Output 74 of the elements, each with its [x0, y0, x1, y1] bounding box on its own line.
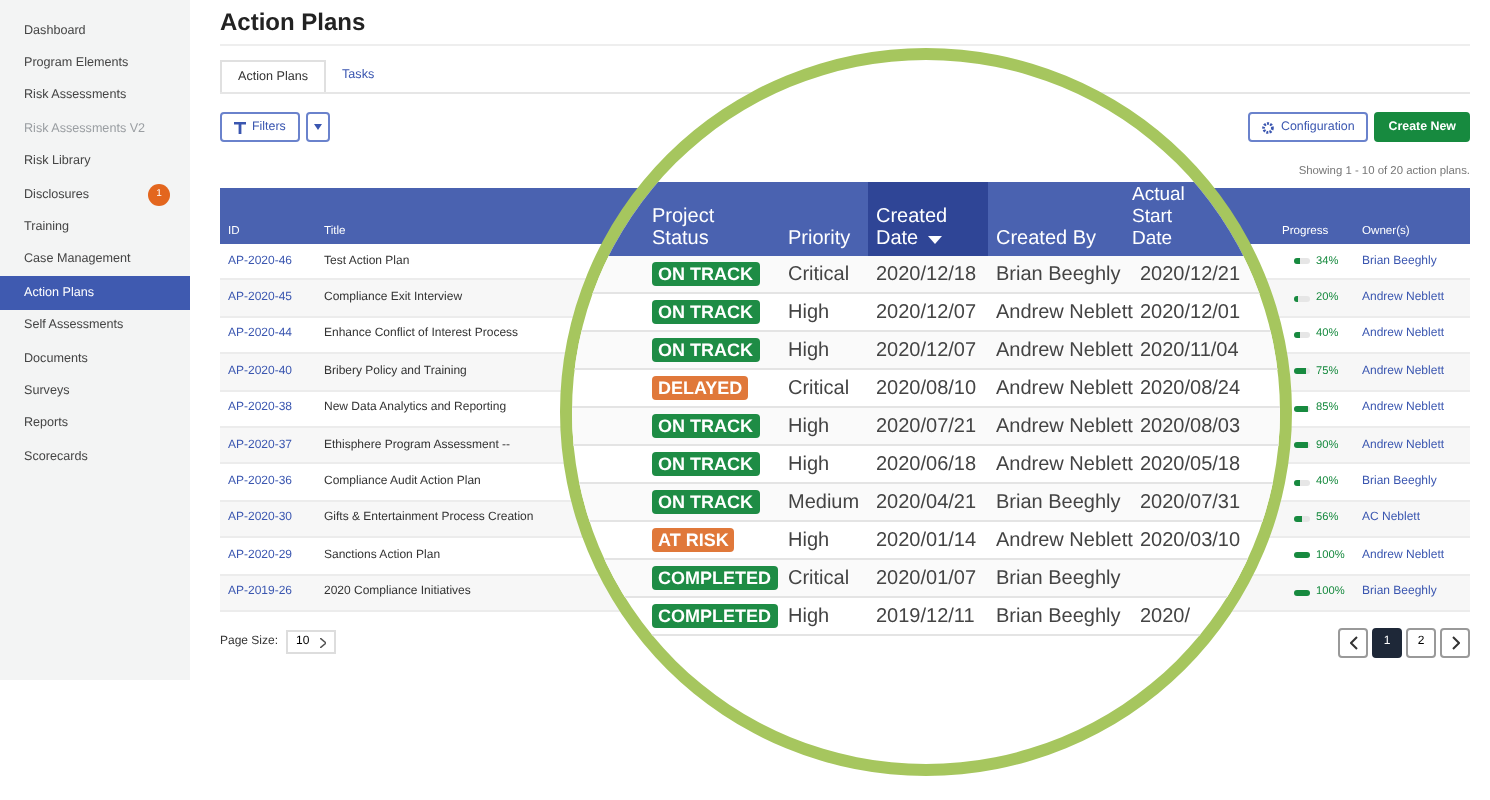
table-cell-text: 2020/12/01	[1138, 301, 1243, 323]
table-cell-text: Brian Beeghly	[994, 491, 1123, 513]
table-cell-text: 2020/03/10	[1138, 529, 1243, 551]
table-cell-text: 2020/01/07	[874, 567, 979, 589]
table-cell-text: 2020/12/07	[874, 301, 979, 323]
status-badge: DELAYED	[652, 375, 749, 399]
column-header[interactable]: Actual Start Date	[1132, 182, 1212, 256]
column-header[interactable]: Priority	[780, 182, 868, 256]
previous-page-button[interactable]	[1338, 627, 1368, 658]
table-cell-text: High	[786, 301, 832, 323]
table-cell-text: High	[786, 415, 832, 437]
filter-icon	[234, 121, 246, 133]
progress-bar	[1294, 479, 1310, 486]
table-cell-text: High	[786, 453, 832, 475]
table-cell-text: Brian Beeghly	[994, 263, 1123, 285]
progress-bar	[1294, 442, 1310, 449]
table-cell-text: Medium	[786, 491, 862, 513]
page-title: Action Plans	[220, 8, 1470, 46]
table-cell-text: 2019/12/11	[874, 605, 977, 627]
table-cell-text: Andrew Neblett	[994, 301, 1132, 323]
status-badge: ON TRACK	[652, 489, 759, 513]
table-cell-text: 2020/07/31	[1138, 491, 1243, 513]
progress-bar	[1294, 258, 1310, 265]
table-cell-text: 2020/06/18	[874, 453, 979, 475]
status-badge: ON TRACK	[652, 413, 759, 437]
progress-bar	[1294, 589, 1310, 596]
table-cell-text: High	[786, 339, 832, 361]
table-cell-text: 2020/11/04	[1138, 339, 1241, 361]
table-cell-text: Andrew Neblett	[994, 453, 1132, 475]
dropdown-button[interactable]	[305, 112, 330, 142]
table-cell-text: Critical	[786, 263, 852, 285]
table-cell-text: Andrew Neblett	[994, 529, 1132, 551]
status-badge: ON TRACK	[652, 451, 759, 475]
status-badge: ON TRACK	[652, 261, 759, 285]
column-header[interactable]: Created By	[988, 182, 1132, 256]
table-cell-text: Critical	[786, 377, 852, 399]
status-badge: COMPLETED	[652, 603, 778, 627]
table-cell-text: 2020/12/21	[1138, 263, 1243, 285]
table-cell-text: 2020/	[1138, 605, 1193, 627]
caret-icon	[313, 124, 322, 130]
table-cell-text: 2020/08/10	[874, 377, 979, 399]
chevron-right-icon	[319, 637, 326, 648]
table-cell-text: 2020/07/21	[874, 415, 979, 437]
table-cell-text: High	[786, 529, 832, 551]
sort-caret-icon	[928, 236, 942, 244]
status-badge: ON TRACK	[652, 337, 759, 361]
status-badge: ON TRACK	[652, 299, 759, 323]
status-badge: AT RISK	[652, 527, 735, 551]
column-header[interactable]: Project Status	[572, 182, 780, 256]
table-cell-text: 2020/05/18	[1138, 453, 1243, 475]
table-cell-text: 2020/12/18	[874, 263, 979, 285]
table-cell-text: Brian Beeghly	[994, 567, 1123, 589]
table-cell-text: 2020/08/24	[1138, 377, 1243, 399]
progress-bar	[1294, 368, 1310, 375]
table-cell-text: Andrew Neblett	[994, 339, 1132, 361]
chevron-right-icon	[1451, 635, 1459, 650]
progress-bar	[1294, 331, 1310, 338]
progress-bar	[1294, 515, 1310, 522]
table-cell-text: 2020/04/21	[874, 491, 979, 513]
gear-icon	[1262, 121, 1275, 133]
table-cell-text: 2020/01/14	[874, 529, 979, 551]
table-cell-text: Critical	[786, 567, 852, 589]
column-header[interactable]: Created Date	[868, 182, 988, 256]
next-page-button[interactable]	[1440, 627, 1470, 658]
table-cell-text: Andrew Neblett	[994, 415, 1132, 437]
table-cell-text: Andrew Neblett	[994, 377, 1132, 399]
table-cell-text: 2020/08/03	[1138, 415, 1243, 437]
table-cell-text: High	[786, 605, 832, 627]
table-cell-text: Brian Beeghly	[994, 605, 1123, 627]
chevron-left-icon	[1349, 635, 1357, 650]
status-badge: COMPLETED	[652, 565, 778, 589]
progress-bar	[1294, 552, 1310, 559]
table-cell-text: 2020/12/07	[874, 339, 979, 361]
progress-bar	[1294, 405, 1310, 412]
